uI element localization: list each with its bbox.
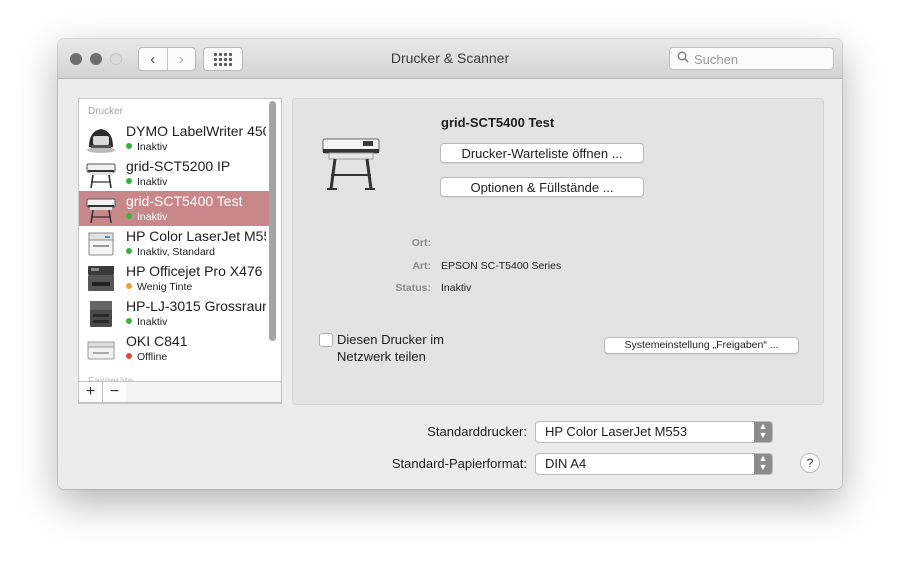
status-label: Status: [395,282,431,294]
open-print-queue-button[interactable]: Drucker-Warteliste öffnen ... [440,143,644,163]
printers-scanners-window: ‹ › Drucker & Scanner Drucker DYMO Label… [58,39,842,489]
printer-list-item[interactable]: grid-SCT5200 IP Inaktiv [79,156,269,191]
printer-status: Inaktiv [126,211,167,223]
list-footer-bar [126,381,282,403]
printer-name: DYMO LabelWriter 450 [126,123,266,139]
printer-list-item[interactable]: HP Color LaserJet M553 Inaktiv, Standard [79,226,269,261]
printer-status: Inaktiv [126,141,167,153]
printers-section-header: Drucker [88,106,124,117]
default-printer-select[interactable]: HP Color LaserJet M553 ▲ ▼ [535,421,773,443]
selected-printer-name: grid-SCT5400 Test [441,115,555,130]
printer-list-item[interactable]: DYMO LabelWriter 450 Inaktiv [79,121,269,156]
share-printer-checkbox[interactable] [319,333,333,347]
status-dot-icon [126,213,132,219]
printer-status: Inaktiv [126,176,167,188]
printer-list-item[interactable]: HP-LJ-3015 Grossraum Inaktiv [79,296,269,331]
multifunction-printer-icon [85,263,117,294]
add-printer-button[interactable]: + [79,382,102,402]
default-printer-value: HP Color LaserJet M553 [545,424,688,439]
search-icon [677,51,689,66]
printer-list[interactable]: Drucker DYMO LabelWriter 450 Inaktiv gri… [78,98,282,404]
kind-value: EPSON SC-T5400 Series [441,260,562,272]
up-down-chevron-icon: ▲ ▼ [754,454,772,474]
printer-name: grid-SCT5200 IP [126,158,231,174]
help-button[interactable]: ? [800,453,820,473]
status-dot-icon [126,178,132,184]
default-paper-size-value: DIN A4 [545,456,587,471]
plotter-icon [85,193,117,224]
add-remove-buttons: + − [78,381,128,403]
share-printer-label[interactable]: Diesen Drucker im Netzwerk teilen [337,331,487,365]
location-label: Ort: [411,237,431,249]
status-dot-icon [126,353,132,359]
status-dot-icon [126,283,132,289]
plotter-icon [85,158,117,189]
printer-name: HP-LJ-3015 Grossraum [126,298,266,314]
printer-status: Wenig Tinte [126,281,192,293]
default-paper-size-select[interactable]: DIN A4 ▲ ▼ [535,453,773,475]
kind-label: Art: [412,260,431,272]
remove-printer-button[interactable]: − [102,382,126,402]
search-input[interactable] [692,49,826,69]
title-bar: ‹ › Drucker & Scanner [58,39,842,79]
printer-status: Inaktiv, Standard [126,246,215,258]
laser-printer-icon [85,333,117,364]
printer-list-item[interactable]: HP Officejet Pro X476 Wenig Tinte [79,261,269,296]
printer-list-item-selected[interactable]: grid-SCT5400 Test Inaktiv [79,191,269,226]
up-down-chevron-icon: ▲ ▼ [754,422,772,442]
printer-status: Offline [126,351,167,363]
printer-status: Inaktiv [126,316,167,328]
search-field[interactable] [669,47,834,70]
printer-name: OKI C841 [126,333,188,349]
status-value: Inaktiv [441,282,472,294]
status-dot-icon [126,143,132,149]
options-supplies-button[interactable]: Optionen & Füllstände ... [440,177,644,197]
status-dot-icon [126,318,132,324]
laser-printer-icon [85,298,117,329]
list-scrollbar[interactable] [269,101,276,341]
plotter-icon [319,129,383,190]
laser-printer-icon [85,228,117,259]
sharing-preferences-button[interactable]: Systemeinstellung „Freigaben“ ... [604,337,799,354]
printer-list-item[interactable]: OKI C841 Offline [79,331,269,366]
printer-name: grid-SCT5400 Test [126,193,243,209]
printer-detail-panel: grid-SCT5400 Test Drucker-Warteliste öff… [292,98,824,405]
printer-name: HP Officejet Pro X476 [126,263,263,279]
label-printer-icon [85,123,117,154]
printer-name: HP Color LaserJet M553 [126,228,266,244]
status-dot-icon [126,248,132,254]
default-paper-size-label: Standard-Papierformat: [391,456,527,471]
default-printer-label: Standarddrucker: [427,424,527,439]
